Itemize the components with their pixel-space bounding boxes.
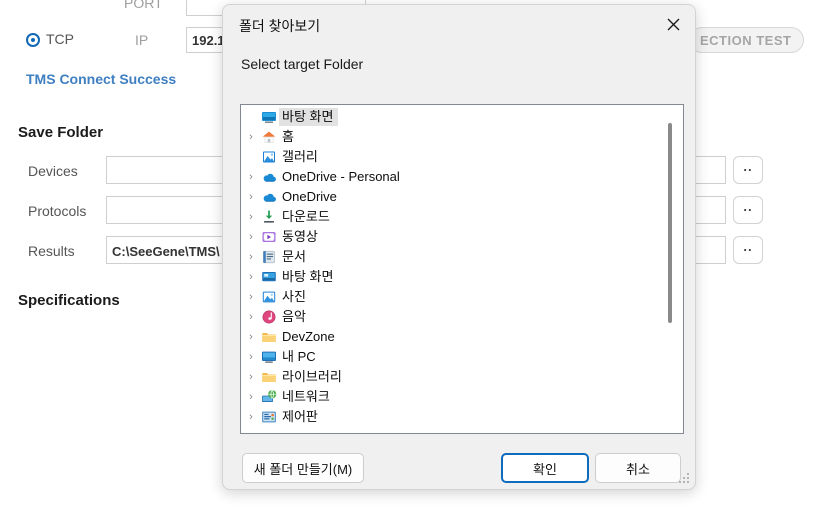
- chevron-right-icon[interactable]: ›: [243, 171, 259, 183]
- network-icon: [259, 389, 279, 405]
- tree-item-4[interactable]: › OneDrive: [241, 187, 683, 207]
- tree-item-3[interactable]: › OneDrive - Personal: [241, 167, 683, 187]
- chevron-right-icon[interactable]: ›: [243, 271, 259, 283]
- devices-label: Devices: [28, 163, 78, 179]
- resize-grip-dot: [687, 477, 689, 479]
- chevron-right-icon[interactable]: ›: [243, 191, 259, 203]
- chevron-right-icon[interactable]: ›: [243, 391, 259, 403]
- tree-item-label: OneDrive: [282, 189, 337, 204]
- dialog-title: 폴더 찾아보기: [239, 18, 321, 34]
- tcp-radio[interactable]: [26, 33, 40, 47]
- tree-item-label: 문서: [282, 249, 306, 264]
- dialog-prompt-text: Select target Folder: [241, 56, 364, 72]
- pictures-icon: [259, 289, 279, 305]
- screen: PORT TCP IP 192.1 ECTION TEST TMS Connec…: [0, 0, 835, 508]
- folder-icon: [259, 329, 279, 345]
- music-icon: [259, 309, 279, 325]
- home-icon: [259, 129, 279, 145]
- chevron-right-icon[interactable]: ›: [243, 211, 259, 223]
- resize-grip-dot: [683, 477, 685, 479]
- cancel-button[interactable]: 취소: [595, 453, 681, 483]
- ip-input-value: 192.1: [192, 33, 225, 48]
- tree-item-15[interactable]: › 제어판: [241, 407, 683, 427]
- resize-grip-dot: [683, 481, 685, 483]
- chevron-right-icon[interactable]: ›: [243, 351, 259, 363]
- desktop-folder-icon: [259, 269, 279, 285]
- close-icon[interactable]: [655, 9, 691, 39]
- tree-item-label: 바탕 화면: [282, 269, 334, 284]
- tree-item-label: 제어판: [282, 409, 318, 424]
- tree-item-11[interactable]: › DevZone: [241, 327, 683, 347]
- tree-item-2[interactable]: 갤러리: [241, 147, 683, 167]
- tree-item-5[interactable]: › 다운로드: [241, 207, 683, 227]
- tree-item-13[interactable]: › 라이브러리: [241, 367, 683, 387]
- tree-scrollbar-thumb[interactable]: [668, 123, 672, 323]
- ip-label: IP: [135, 32, 149, 48]
- ok-button[interactable]: 확인: [501, 453, 589, 483]
- videos-icon: [259, 229, 279, 245]
- tcp-label: TCP: [46, 31, 74, 47]
- chevron-right-icon[interactable]: ›: [243, 131, 259, 143]
- resize-grip[interactable]: [679, 473, 691, 485]
- tree-item-label: 홈: [282, 129, 294, 144]
- tree-item-label: 내 PC: [282, 349, 316, 364]
- folder-tree-list: 바탕 화면 › 홈 갤러리 › OneDrive - Personal › OneDrive ›…: [241, 107, 683, 427]
- this-pc-icon: [259, 349, 279, 365]
- tree-item-6[interactable]: › 동영상: [241, 227, 683, 247]
- results-browse-button[interactable]: ..: [733, 236, 763, 264]
- tree-item-label: 사진: [282, 289, 306, 304]
- chevron-right-icon[interactable]: ›: [243, 251, 259, 263]
- tree-item-8[interactable]: › 바탕 화면: [241, 267, 683, 287]
- tree-item-label: 음악: [282, 309, 306, 324]
- tree-item-label: OneDrive - Personal: [282, 169, 400, 184]
- connection-status-text: TMS Connect Success: [26, 71, 177, 87]
- chevron-right-icon[interactable]: ›: [243, 311, 259, 323]
- tree-item-9[interactable]: › 사진: [241, 287, 683, 307]
- chevron-right-icon[interactable]: ›: [243, 331, 259, 343]
- onedrive-cloud-icon: [259, 189, 279, 205]
- save-folder-heading: Save Folder: [18, 124, 104, 141]
- tree-item-label: 바탕 화면: [279, 108, 339, 126]
- connection-test-button[interactable]: ECTION TEST: [689, 27, 804, 53]
- tree-item-7[interactable]: › 문서: [241, 247, 683, 267]
- chevron-right-icon[interactable]: ›: [243, 231, 259, 243]
- documents-icon: [259, 249, 279, 265]
- resize-grip-dot: [687, 481, 689, 483]
- results-input-value: C:\SeeGene\TMS\: [112, 244, 220, 259]
- folder-icon: [259, 369, 279, 385]
- folder-browse-dialog: 폴더 찾아보기 Select target Folder 바탕 화면 › 홈 갤러리 ›…: [222, 4, 696, 490]
- monitor-desktop-icon: [259, 109, 279, 125]
- chevron-right-icon[interactable]: ›: [243, 411, 259, 423]
- resize-grip-dot: [679, 481, 681, 483]
- tree-item-0[interactable]: 바탕 화면: [241, 107, 683, 127]
- tree-item-label: DevZone: [282, 329, 335, 344]
- protocols-label: Protocols: [28, 203, 87, 219]
- tree-scrollbar[interactable]: [668, 107, 680, 431]
- control-panel-icon: [259, 409, 279, 425]
- chevron-right-icon[interactable]: ›: [243, 371, 259, 383]
- new-folder-button[interactable]: 새 폴더 만들기(M): [242, 453, 364, 483]
- resize-grip-dot: [687, 473, 689, 475]
- protocols-browse-button[interactable]: ..: [733, 196, 763, 224]
- tree-item-label: 네트워크: [282, 389, 330, 404]
- tree-item-label: 갤러리: [282, 149, 318, 164]
- download-icon: [259, 209, 279, 225]
- onedrive-cloud-icon: [259, 169, 279, 185]
- gallery-icon: [259, 149, 279, 165]
- tree-item-label: 라이브러리: [282, 369, 342, 384]
- devices-browse-button[interactable]: ..: [733, 156, 763, 184]
- tree-item-label: 동영상: [282, 229, 318, 244]
- dialog-titlebar: 폴더 찾아보기: [223, 5, 695, 43]
- tree-item-14[interactable]: › 네트워크: [241, 387, 683, 407]
- folder-tree-panel[interactable]: 바탕 화면 › 홈 갤러리 › OneDrive - Personal › OneDrive ›…: [240, 104, 684, 434]
- tree-item-12[interactable]: › 내 PC: [241, 347, 683, 367]
- port-label: PORT: [124, 0, 163, 11]
- tree-item-10[interactable]: › 음악: [241, 307, 683, 327]
- tree-item-1[interactable]: › 홈: [241, 127, 683, 147]
- specifications-heading: Specifications: [18, 292, 120, 309]
- results-label: Results: [28, 243, 75, 259]
- chevron-right-icon[interactable]: ›: [243, 291, 259, 303]
- tree-item-label: 다운로드: [282, 209, 330, 224]
